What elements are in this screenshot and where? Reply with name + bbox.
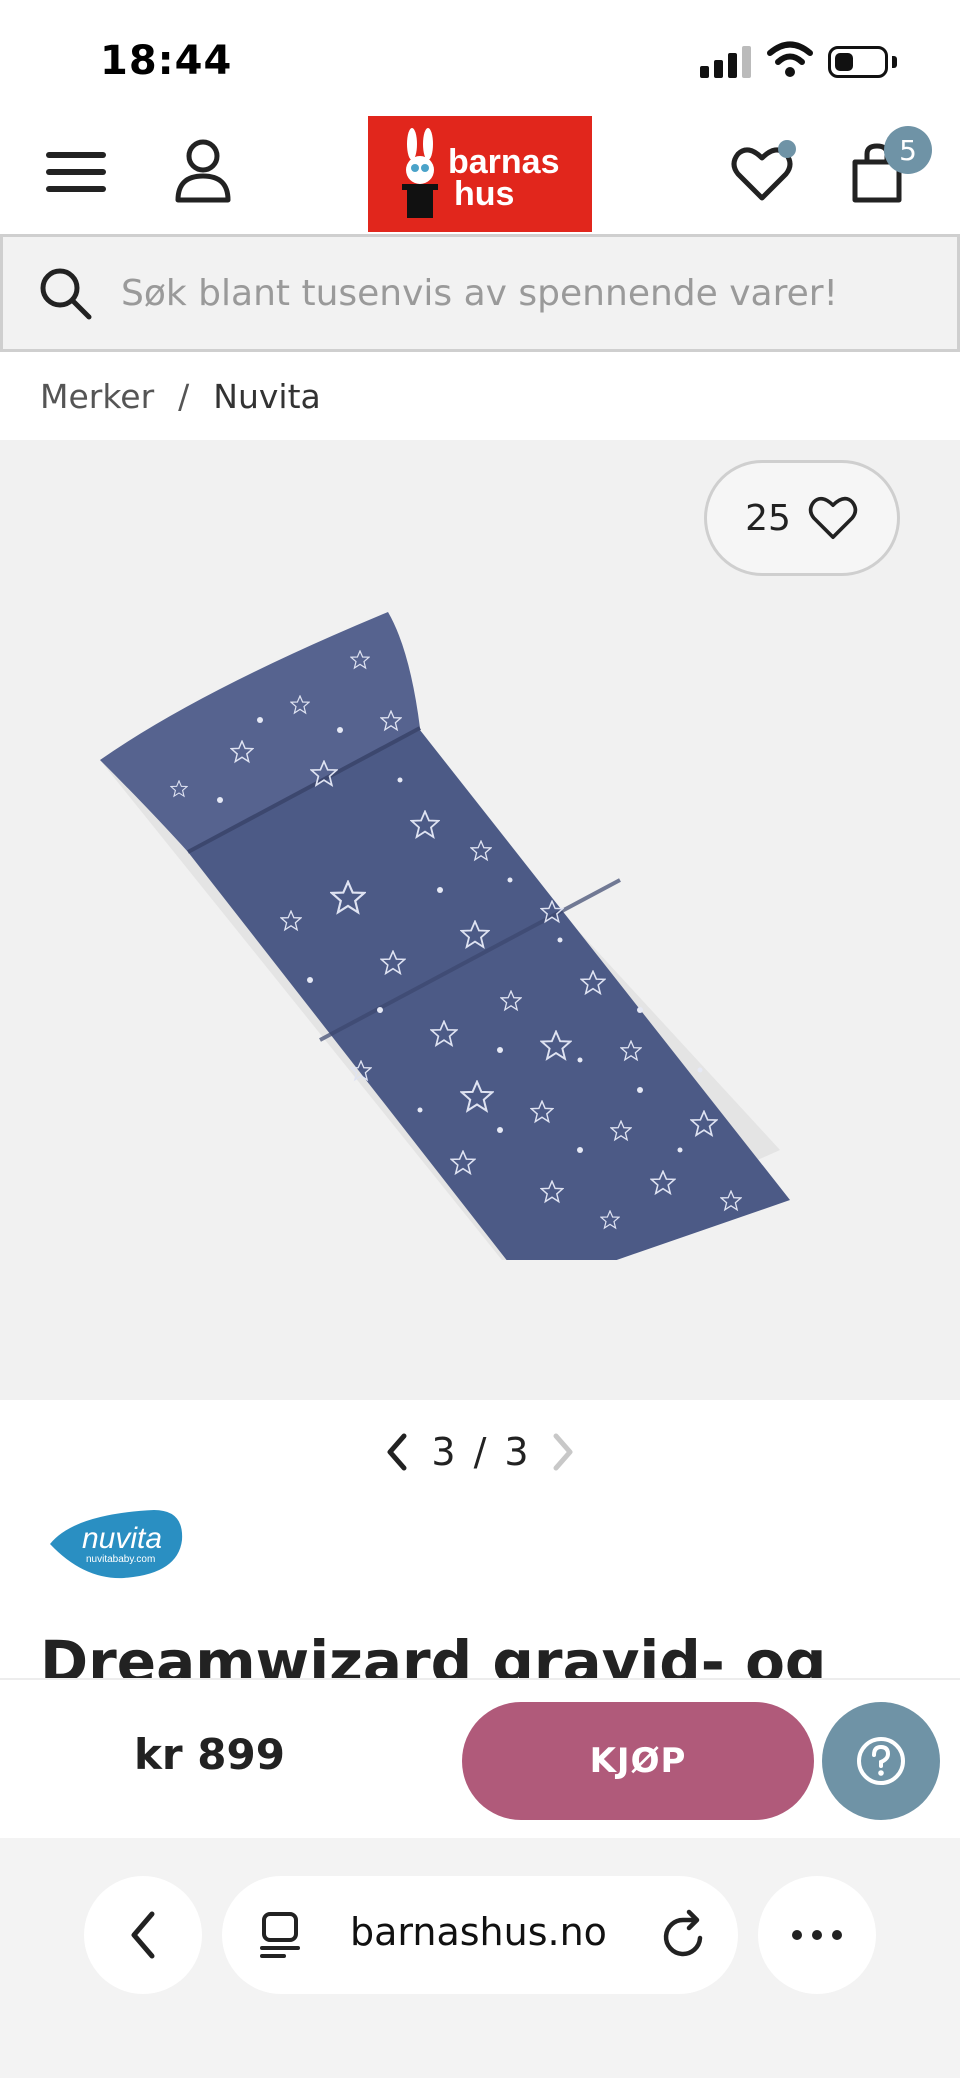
- like-count: 25: [745, 497, 791, 539]
- product-title: Dreamwizard gravid- og: [40, 1628, 827, 1678]
- browser-more-button[interactable]: [758, 1876, 876, 1994]
- search-input[interactable]: [121, 257, 931, 329]
- wishlist-indicator-dot: [778, 140, 796, 158]
- help-button[interactable]: [822, 1702, 940, 1820]
- brand-logo-nuvita[interactable]: nuvita nuvitababy.com: [44, 1506, 188, 1582]
- heart-icon: [808, 496, 858, 539]
- account-button[interactable]: [168, 134, 238, 208]
- chevron-left-icon: [387, 1433, 407, 1471]
- user-icon: [175, 139, 231, 203]
- address-bar[interactable]: barnashus.no: [222, 1876, 738, 1994]
- search-bar: [0, 234, 960, 352]
- chevron-right-icon: [553, 1433, 573, 1471]
- svg-text:nuvita: nuvita: [82, 1522, 162, 1555]
- product-price: kr 899: [134, 1730, 285, 1779]
- search-icon[interactable]: [37, 265, 93, 321]
- signal-icon: [700, 46, 752, 78]
- svg-text:nuvitababy.com: nuvitababy.com: [86, 1554, 155, 1565]
- logo-text: barnas hus: [448, 143, 560, 213]
- breadcrumb-link-merker[interactable]: Merker: [40, 377, 154, 416]
- site-header: barnas hus 5: [0, 112, 960, 232]
- next-image-button[interactable]: [547, 1428, 580, 1476]
- bunny-hat-icon: [402, 128, 438, 218]
- menu-button[interactable]: [38, 142, 114, 202]
- sticky-buy-bar: kr 899 KJØP: [0, 1678, 960, 1838]
- previous-image-button[interactable]: [380, 1428, 413, 1476]
- question-mark-icon: [857, 1737, 905, 1785]
- reload-icon[interactable]: [656, 1906, 712, 1964]
- pager-current: 3: [431, 1430, 456, 1474]
- product-title-area: Dreamwizard gravid- og: [0, 1600, 960, 1678]
- product-image[interactable]: [80, 590, 880, 1260]
- breadcrumb: Merker / Nuvita: [40, 372, 321, 420]
- battery-icon: [828, 46, 888, 78]
- more-dots-icon: [792, 1930, 842, 1940]
- browser-toolbar: barnashus.no: [0, 1838, 960, 2078]
- pager-separator: /: [473, 1430, 487, 1474]
- address-text[interactable]: barnashus.no: [350, 1910, 607, 1954]
- browser-back-button[interactable]: [84, 1876, 202, 1994]
- like-button[interactable]: 25: [704, 460, 900, 576]
- cart-count-badge: 5: [884, 126, 932, 174]
- status-time: 18:44: [100, 38, 233, 84]
- chevron-left-icon: [131, 1911, 155, 1959]
- product-gallery[interactable]: 25: [0, 440, 960, 1400]
- gallery-pager: 3 / 3: [380, 1420, 580, 1484]
- site-logo[interactable]: barnas hus: [368, 116, 592, 232]
- breadcrumb-link-nuvita[interactable]: Nuvita: [213, 377, 320, 416]
- pager-total: 3: [504, 1430, 529, 1474]
- status-bar: 18:44: [0, 0, 960, 112]
- buy-button[interactable]: KJØP: [462, 1702, 814, 1820]
- page-menu-icon[interactable]: [258, 1910, 304, 1960]
- wifi-icon: [767, 41, 813, 77]
- breadcrumb-separator: /: [178, 376, 190, 416]
